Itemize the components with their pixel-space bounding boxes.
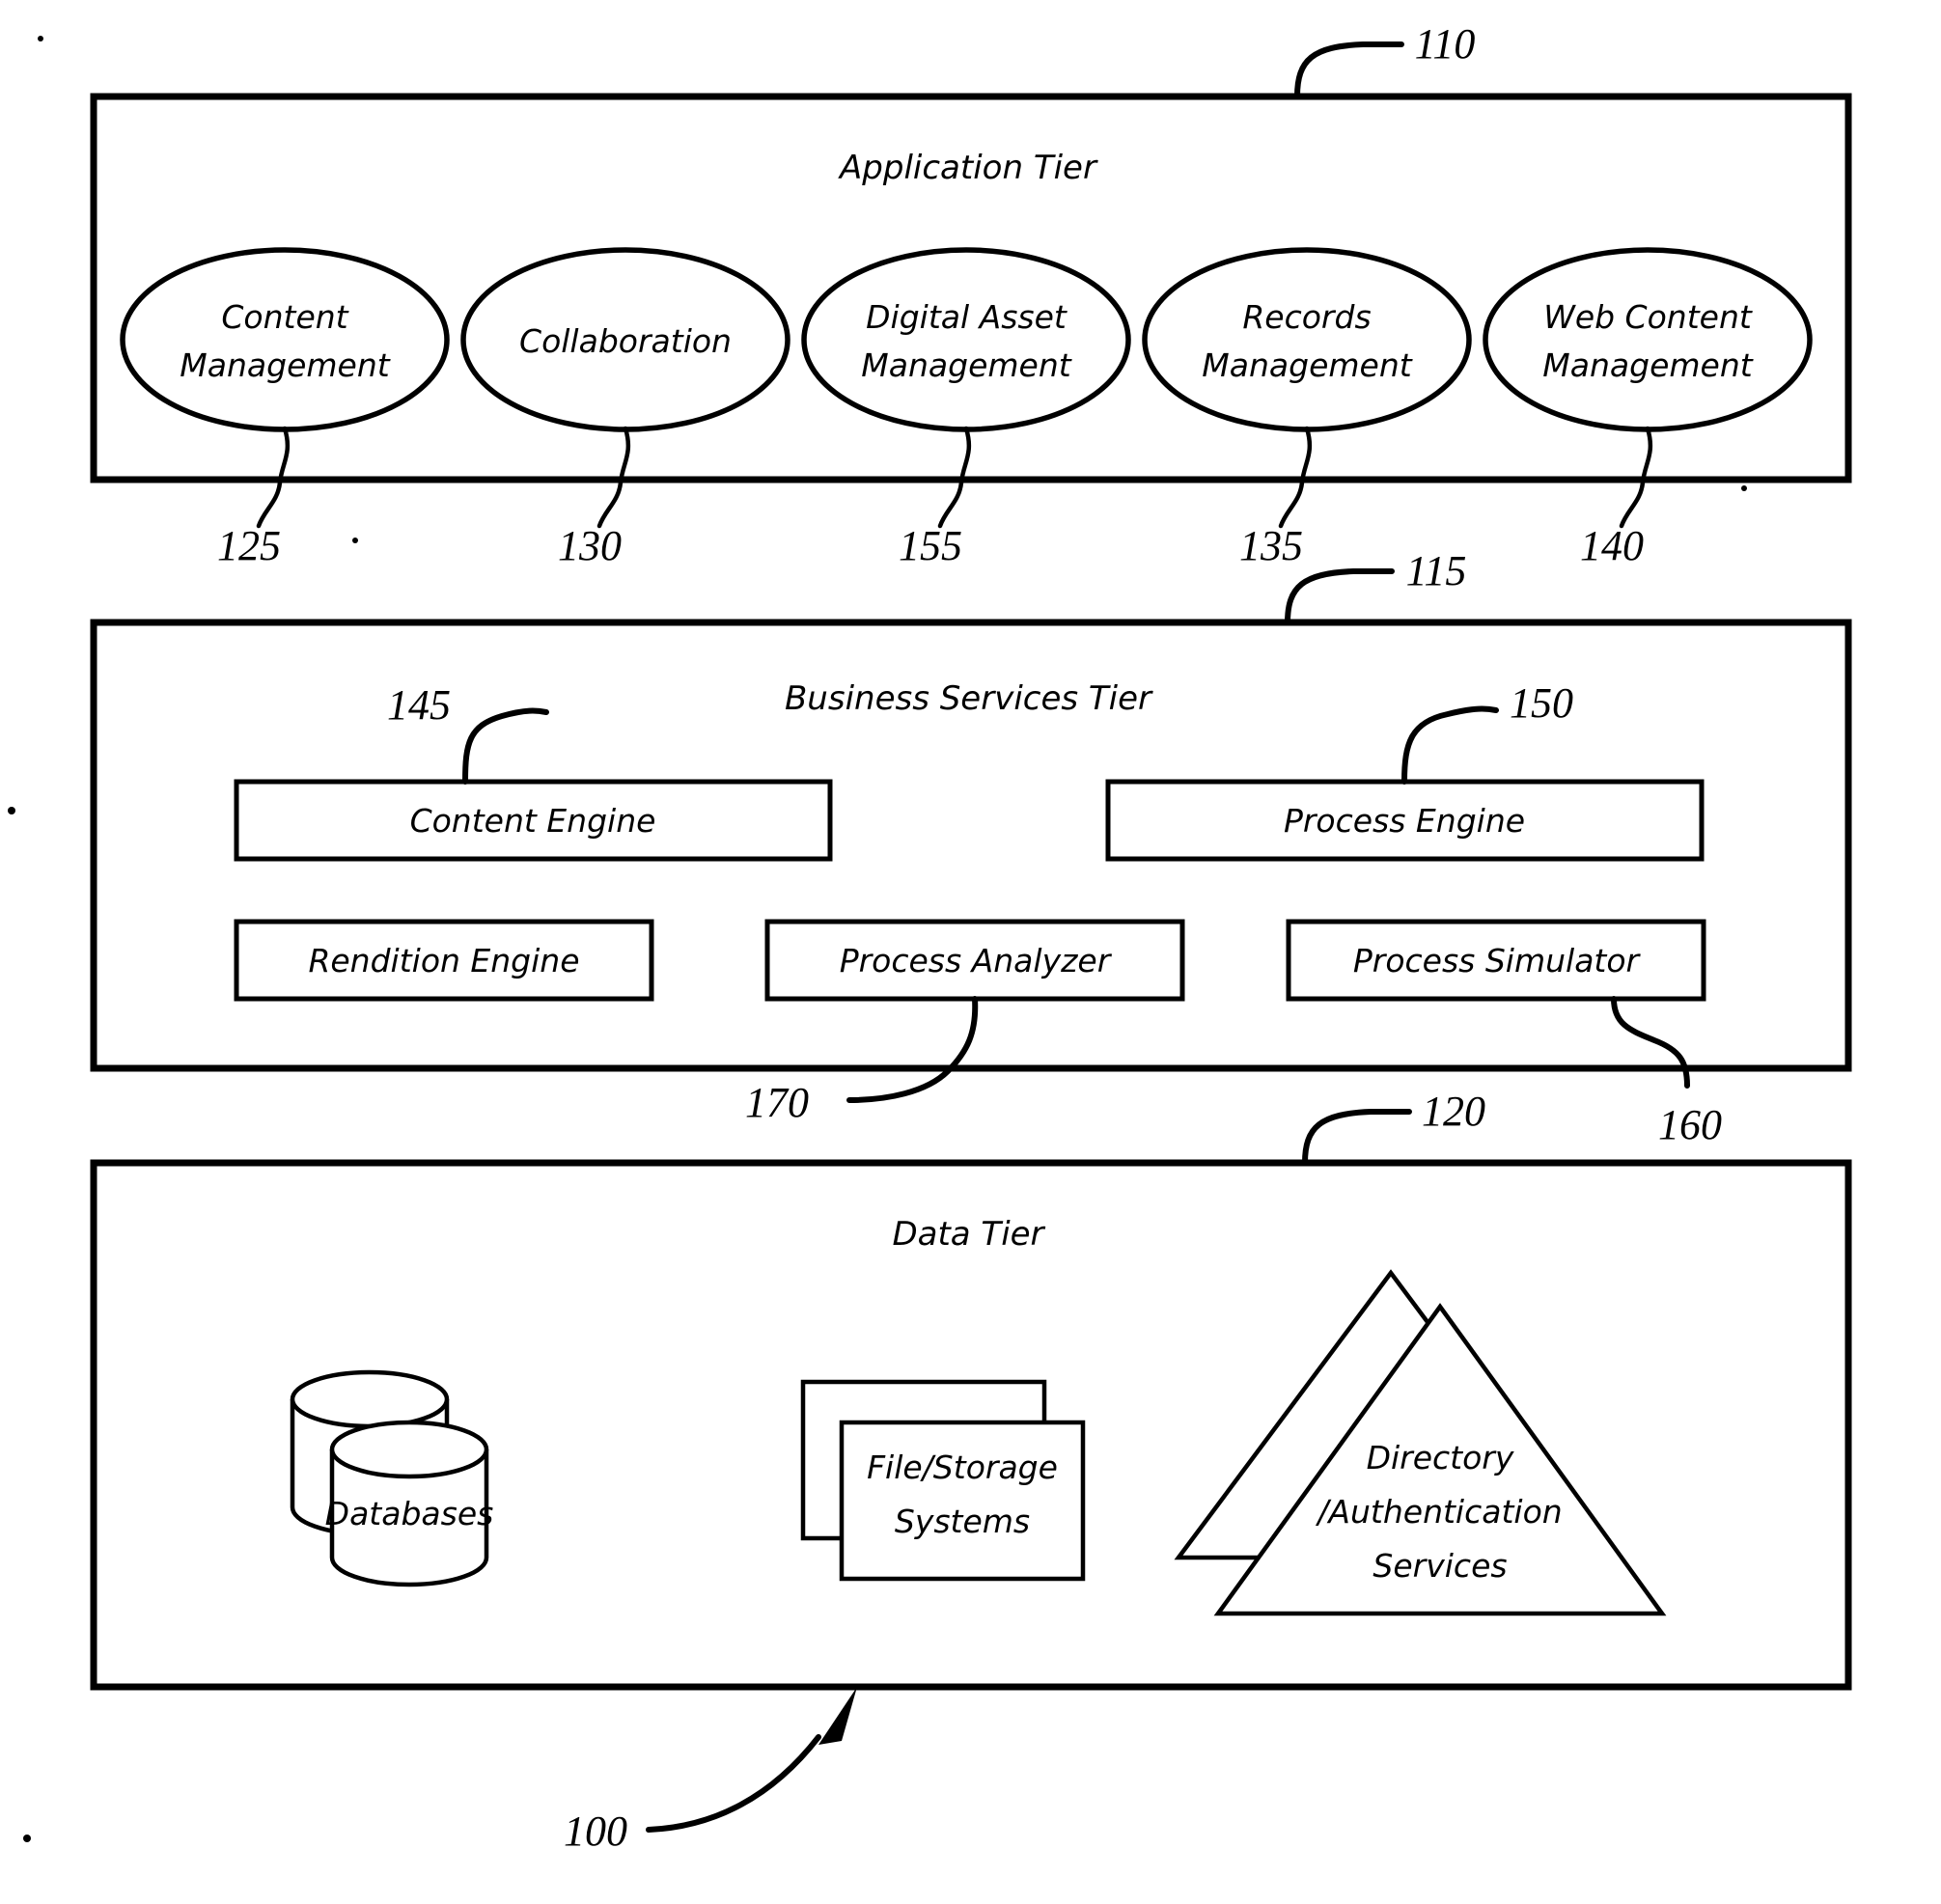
- node-label-file-storage-line2: Systems: [895, 1503, 1030, 1540]
- node-label-process-analyzer: Process Analyzer: [840, 942, 1113, 980]
- node-label-digital-asset-management-line2: Management: [861, 346, 1071, 384]
- node-label-directory-line3: Services: [1373, 1547, 1507, 1585]
- node-label-databases: Databases: [325, 1495, 494, 1532]
- reference-number-145: 145: [387, 681, 451, 729]
- node-label-collaboration-line1: Collaboration: [519, 322, 732, 360]
- node-label-process-simulator: Process Simulator: [1353, 942, 1642, 980]
- diagram-text-layer: Application Tier Business Services Tier …: [180, 20, 1753, 1855]
- node-label-records-management-line1: Records: [1242, 298, 1371, 336]
- reference-number-150: 150: [1510, 679, 1573, 727]
- node-label-rendition-engine: Rendition Engine: [308, 942, 579, 980]
- patent-figure: Application Tier Business Services Tier …: [0, 0, 1941, 1904]
- application-tier-title: Application Tier: [838, 149, 1098, 187]
- reference-number-100: 100: [564, 1807, 627, 1855]
- node-label-content-engine: Content Engine: [410, 802, 656, 840]
- reference-number-140: 140: [1580, 522, 1644, 569]
- node-label-directory-line1: Directory: [1367, 1439, 1514, 1476]
- reference-number-120: 120: [1422, 1088, 1485, 1135]
- node-label-content-management-line1: Content: [221, 298, 348, 336]
- reference-number-160: 160: [1658, 1101, 1722, 1148]
- node-label-digital-asset-management-line1: Digital Asset: [866, 298, 1068, 336]
- data-tier-title: Data Tier: [892, 1215, 1045, 1254]
- node-label-directory-line2: /Authentication: [1315, 1493, 1562, 1531]
- node-label-records-management-line2: Management: [1202, 346, 1412, 384]
- reference-number-135: 135: [1239, 522, 1303, 569]
- node-label-process-engine: Process Engine: [1284, 802, 1525, 840]
- business-services-tier-title: Business Services Tier: [785, 679, 1153, 718]
- reference-number-130: 130: [558, 522, 622, 569]
- reference-number-110: 110: [1415, 20, 1476, 68]
- node-label-web-content-management-line2: Management: [1542, 346, 1753, 384]
- reference-number-155: 155: [899, 522, 962, 569]
- reference-number-115: 115: [1406, 547, 1467, 594]
- node-label-content-management-line2: Management: [180, 346, 390, 384]
- node-label-file-storage-line1: File/Storage: [867, 1449, 1058, 1486]
- node-label-web-content-management-line1: Web Content: [1543, 298, 1753, 336]
- reference-number-170: 170: [745, 1079, 809, 1126]
- reference-number-125: 125: [217, 522, 281, 569]
